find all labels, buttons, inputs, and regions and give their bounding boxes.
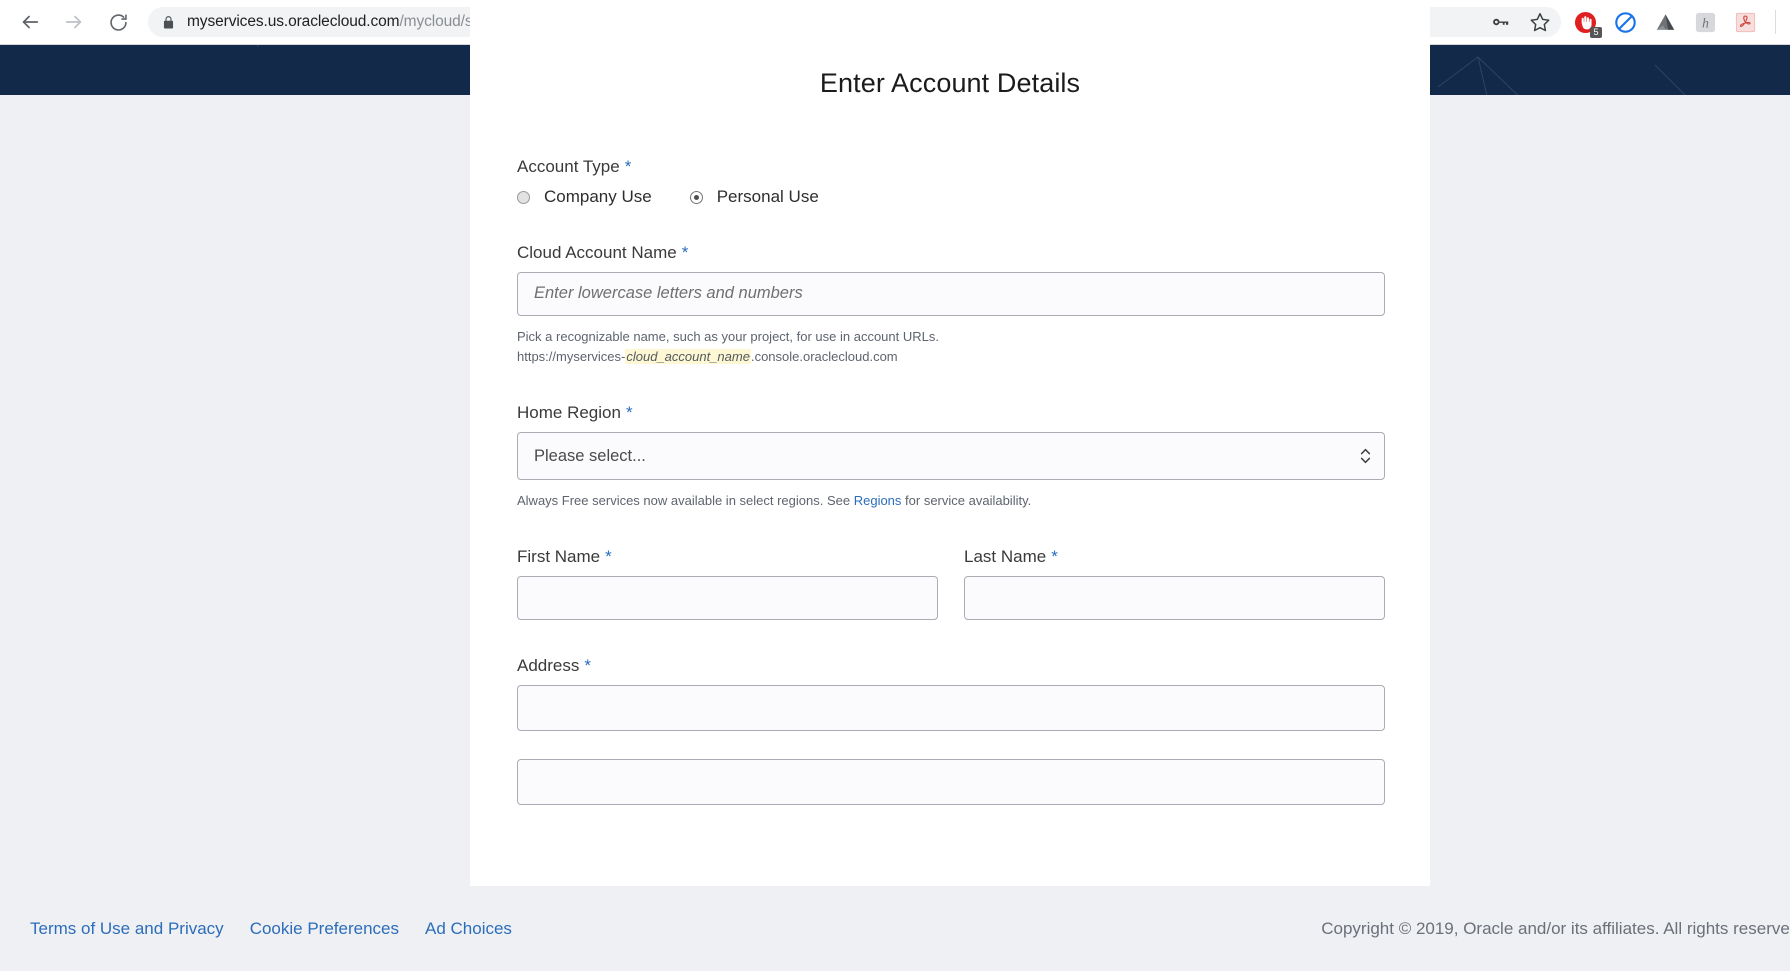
reload-button[interactable] bbox=[96, 0, 140, 44]
field-address: Address * bbox=[517, 656, 1385, 731]
url-domain: myservices.us.oraclecloud.com bbox=[187, 13, 400, 30]
field-last-name: Last Name * bbox=[964, 547, 1385, 620]
drive-triangle-glyph bbox=[1656, 13, 1674, 30]
reload-icon bbox=[109, 13, 127, 31]
footer-copyright: Copyright © 2019, Oracle and/or its affi… bbox=[1321, 918, 1790, 938]
home-region-label: Home Region * bbox=[517, 403, 1385, 423]
field-cloud-account-name: Cloud Account Name* Pick a recognizable … bbox=[517, 243, 1385, 367]
address-line2-input[interactable] bbox=[517, 759, 1385, 805]
extension-icons: 5 h bbox=[1573, 10, 1790, 38]
radio-option-personal-use[interactable]: Personal Use bbox=[689, 187, 819, 207]
cloud-account-name-input[interactable] bbox=[517, 272, 1385, 316]
omnibox-actions bbox=[1489, 7, 1551, 37]
required-marker: * bbox=[625, 403, 633, 422]
arrow-right-icon bbox=[65, 15, 82, 29]
name-fields-row: First Name * Last Name * bbox=[517, 547, 1385, 620]
block-circle-icon[interactable] bbox=[1613, 10, 1637, 34]
honey-h-icon[interactable]: h bbox=[1693, 10, 1717, 34]
helper-line-2: https://myservices-cloud_account_name.co… bbox=[517, 347, 1385, 367]
home-region-select[interactable]: Please select... bbox=[517, 432, 1385, 480]
regions-link[interactable]: Regions bbox=[854, 493, 902, 508]
helper-url-prefix: https://myservices- bbox=[517, 349, 626, 364]
home-region-select-wrapper: Please select... bbox=[517, 432, 1385, 480]
radio-company-use-label: Company Use bbox=[544, 187, 652, 206]
home-region-helper-suffix: for service availability. bbox=[901, 493, 1032, 508]
footer-link-ad-choices[interactable]: Ad Choices bbox=[425, 919, 512, 939]
account-type-label-text: Account Type bbox=[517, 157, 620, 176]
bookmark-star-icon[interactable] bbox=[1529, 11, 1551, 33]
address-label-text: Address bbox=[517, 656, 580, 675]
last-name-label: Last Name * bbox=[964, 547, 1385, 567]
required-marker: * bbox=[624, 157, 632, 176]
adblock-badge-count: 5 bbox=[1590, 27, 1602, 38]
cloud-account-name-helper: Pick a recognizable name, such as your p… bbox=[517, 327, 1385, 367]
field-account-type: Account Type * Company Use Personal Use bbox=[517, 157, 1385, 207]
svg-text:h: h bbox=[1702, 15, 1709, 30]
address-label: Address * bbox=[517, 656, 1385, 676]
adblock-hand-icon[interactable]: 5 bbox=[1573, 10, 1602, 38]
required-marker: * bbox=[1051, 547, 1058, 566]
field-first-name: First Name * bbox=[517, 547, 938, 620]
account-type-label: Account Type * bbox=[517, 157, 1385, 177]
home-region-label-text: Home Region bbox=[517, 403, 621, 422]
cloud-account-name-label: Cloud Account Name * bbox=[517, 243, 1385, 263]
address-line1-input[interactable] bbox=[517, 685, 1385, 731]
helper-url-suffix: .console.oraclecloud.com bbox=[750, 349, 898, 364]
password-key-icon[interactable] bbox=[1489, 11, 1511, 33]
last-name-label-text: Last Name bbox=[964, 547, 1047, 566]
navigation-buttons bbox=[0, 0, 140, 44]
field-address-line2 bbox=[517, 759, 1385, 805]
footer-links: Terms of Use and Privacy Cookie Preferen… bbox=[30, 919, 512, 939]
first-name-label-text: First Name bbox=[517, 547, 601, 566]
footer-link-terms[interactable]: Terms of Use and Privacy bbox=[30, 919, 224, 939]
google-drive-icon[interactable] bbox=[1653, 10, 1677, 34]
footer-link-cookie-preferences[interactable]: Cookie Preferences bbox=[250, 919, 399, 939]
page-footer: Terms of Use and Privacy Cookie Preferen… bbox=[0, 886, 1790, 971]
no-entry-glyph bbox=[1614, 11, 1636, 33]
cloud-account-name-label-text: Cloud Account Name bbox=[517, 243, 677, 262]
helper-url-token: cloud_account_name bbox=[625, 349, 751, 364]
forward-button[interactable] bbox=[52, 0, 96, 44]
honey-glyph: h bbox=[1695, 12, 1715, 32]
adobe-acrobat-icon[interactable] bbox=[1733, 10, 1757, 34]
field-home-region: Home Region * Please select... Always Fr… bbox=[517, 403, 1385, 511]
home-region-helper: Always Free services now available in se… bbox=[517, 491, 1385, 511]
first-name-input[interactable] bbox=[517, 576, 938, 620]
signup-card: Enter Account Details Account Type * Comp… bbox=[470, 0, 1430, 930]
radio-personal-use[interactable] bbox=[689, 190, 703, 204]
account-type-radio-group: Company Use Personal Use bbox=[517, 187, 1385, 207]
radio-company-use[interactable] bbox=[517, 190, 530, 204]
acrobat-glyph bbox=[1735, 12, 1755, 32]
signup-form: Account Type* Company Use Personal Use bbox=[470, 157, 1430, 805]
radio-option-company-use[interactable]: Company Use bbox=[517, 187, 652, 207]
required-marker: * bbox=[605, 547, 612, 566]
helper-line-1: Pick a recognizable name, such as your p… bbox=[517, 329, 939, 344]
page-title: Enter Account Details bbox=[819, 68, 1081, 98]
home-region-selected-value: Please select... bbox=[534, 446, 646, 465]
required-marker: * bbox=[681, 243, 689, 262]
first-name-label: First Name * bbox=[517, 547, 938, 567]
toolbar-divider bbox=[1775, 10, 1776, 34]
radio-personal-use-label: Personal Use bbox=[716, 187, 819, 206]
back-button[interactable] bbox=[8, 0, 52, 44]
page-body: Enter Account Details Account Type * Comp… bbox=[0, 0, 1790, 971]
required-marker: * bbox=[584, 656, 591, 675]
url-text: myservices.us.oraclecloud.com/mycloud/si… bbox=[187, 13, 519, 31]
home-region-helper-prefix: Always Free services now available in se… bbox=[517, 493, 854, 508]
last-name-input[interactable] bbox=[964, 576, 1385, 620]
arrow-left-icon bbox=[22, 15, 39, 29]
lock-icon bbox=[162, 15, 175, 30]
